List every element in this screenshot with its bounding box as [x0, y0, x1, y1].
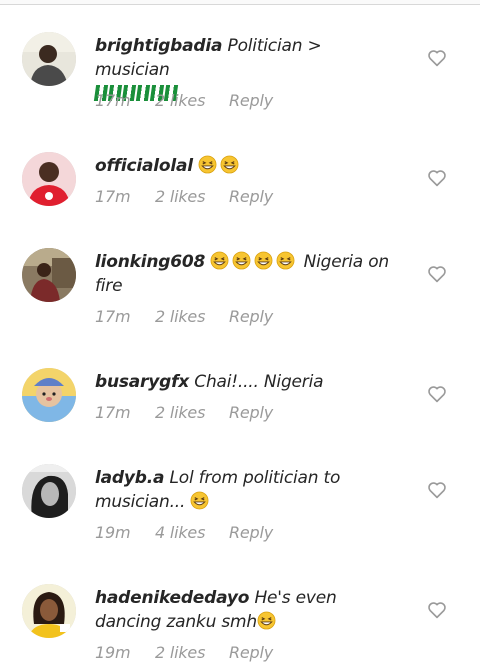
comment-body: busarygfx Chai!.... Nigeria: [95, 370, 395, 394]
comment-item: lionking608 Nigeria on fire 17m 2 likes …: [0, 248, 480, 348]
heart-icon[interactable]: [427, 385, 447, 403]
grinning-squinting-face-icon: [220, 155, 239, 174]
likes-count[interactable]: 2 likes: [155, 187, 205, 206]
comment-item: ladyb.a Lol from politician to musician.…: [0, 464, 480, 564]
avatar[interactable]: [22, 368, 76, 422]
grinning-squinting-face-icon: [254, 251, 273, 270]
grinning-squinting-face-icon: [257, 611, 276, 630]
emoji-group: [210, 251, 303, 272]
comment-item: busarygfx Chai!.... Nigeria 17m 2 likes …: [0, 368, 480, 448]
comment-time: 17m: [95, 307, 131, 326]
grinning-squinting-face-icon: [276, 251, 295, 270]
heart-icon[interactable]: [427, 265, 447, 283]
avatar[interactable]: [22, 584, 76, 638]
avatar[interactable]: [22, 248, 76, 302]
grinning-squinting-face-icon: [198, 155, 217, 174]
comment-username[interactable]: ladyb.a: [95, 468, 164, 488]
likes-count[interactable]: 2 likes: [155, 91, 205, 110]
comment-time: 17m: [95, 91, 131, 110]
reply-button[interactable]: Reply: [229, 91, 273, 110]
avatar[interactable]: [22, 464, 76, 518]
comment-username[interactable]: busarygfx: [95, 372, 189, 392]
comment-time: 19m: [95, 523, 131, 542]
comment-item: brightigbadia Politician > musician 17m …: [0, 32, 480, 132]
grinning-squinting-face-icon: [190, 491, 209, 510]
likes-count[interactable]: 2 likes: [155, 307, 205, 326]
nigeria-flag-icon: [135, 85, 151, 101]
top-divider: [0, 0, 480, 5]
grinning-squinting-face-icon: [232, 251, 251, 270]
comment-item: officialolal 17m 2 likes Reply: [0, 152, 480, 232]
heart-icon[interactable]: [427, 169, 447, 187]
comment-body: hadenikededayo He's even dancing zanku s…: [95, 586, 395, 634]
comment-username[interactable]: officialolal: [95, 156, 193, 176]
comment-username[interactable]: hadenikededayo: [95, 588, 249, 608]
reply-button[interactable]: Reply: [229, 523, 273, 542]
heart-icon[interactable]: [427, 49, 447, 67]
likes-count[interactable]: 2 likes: [155, 403, 205, 422]
comment-body: lionking608 Nigeria on fire: [95, 250, 395, 298]
heart-icon[interactable]: [427, 481, 447, 499]
reply-button[interactable]: Reply: [229, 187, 273, 206]
comment-username[interactable]: brightigbadia: [95, 36, 222, 56]
comment-body: officialolal: [95, 154, 395, 178]
comment-item: hadenikededayo He's even dancing zanku s…: [0, 584, 480, 668]
comment-text: Chai!.... Nigeria: [194, 372, 324, 392]
reply-button[interactable]: Reply: [229, 307, 273, 326]
comment-body: ladyb.a Lol from politician to musician.…: [95, 466, 395, 514]
comment-time: 17m: [95, 187, 131, 206]
emoji-group: [198, 155, 242, 176]
heart-icon[interactable]: [427, 601, 447, 619]
emoji-group: [190, 491, 212, 512]
avatar[interactable]: [22, 32, 76, 86]
grinning-squinting-face-icon: [210, 251, 229, 270]
emoji-group: [257, 611, 279, 632]
comment-username[interactable]: lionking608: [95, 252, 205, 272]
likes-count[interactable]: 2 likes: [155, 643, 205, 662]
reply-button[interactable]: Reply: [229, 403, 273, 422]
comment-time: 17m: [95, 403, 131, 422]
comment-time: 19m: [95, 643, 131, 662]
likes-count[interactable]: 4 likes: [155, 523, 205, 542]
avatar[interactable]: [22, 152, 76, 206]
reply-button[interactable]: Reply: [229, 643, 273, 662]
